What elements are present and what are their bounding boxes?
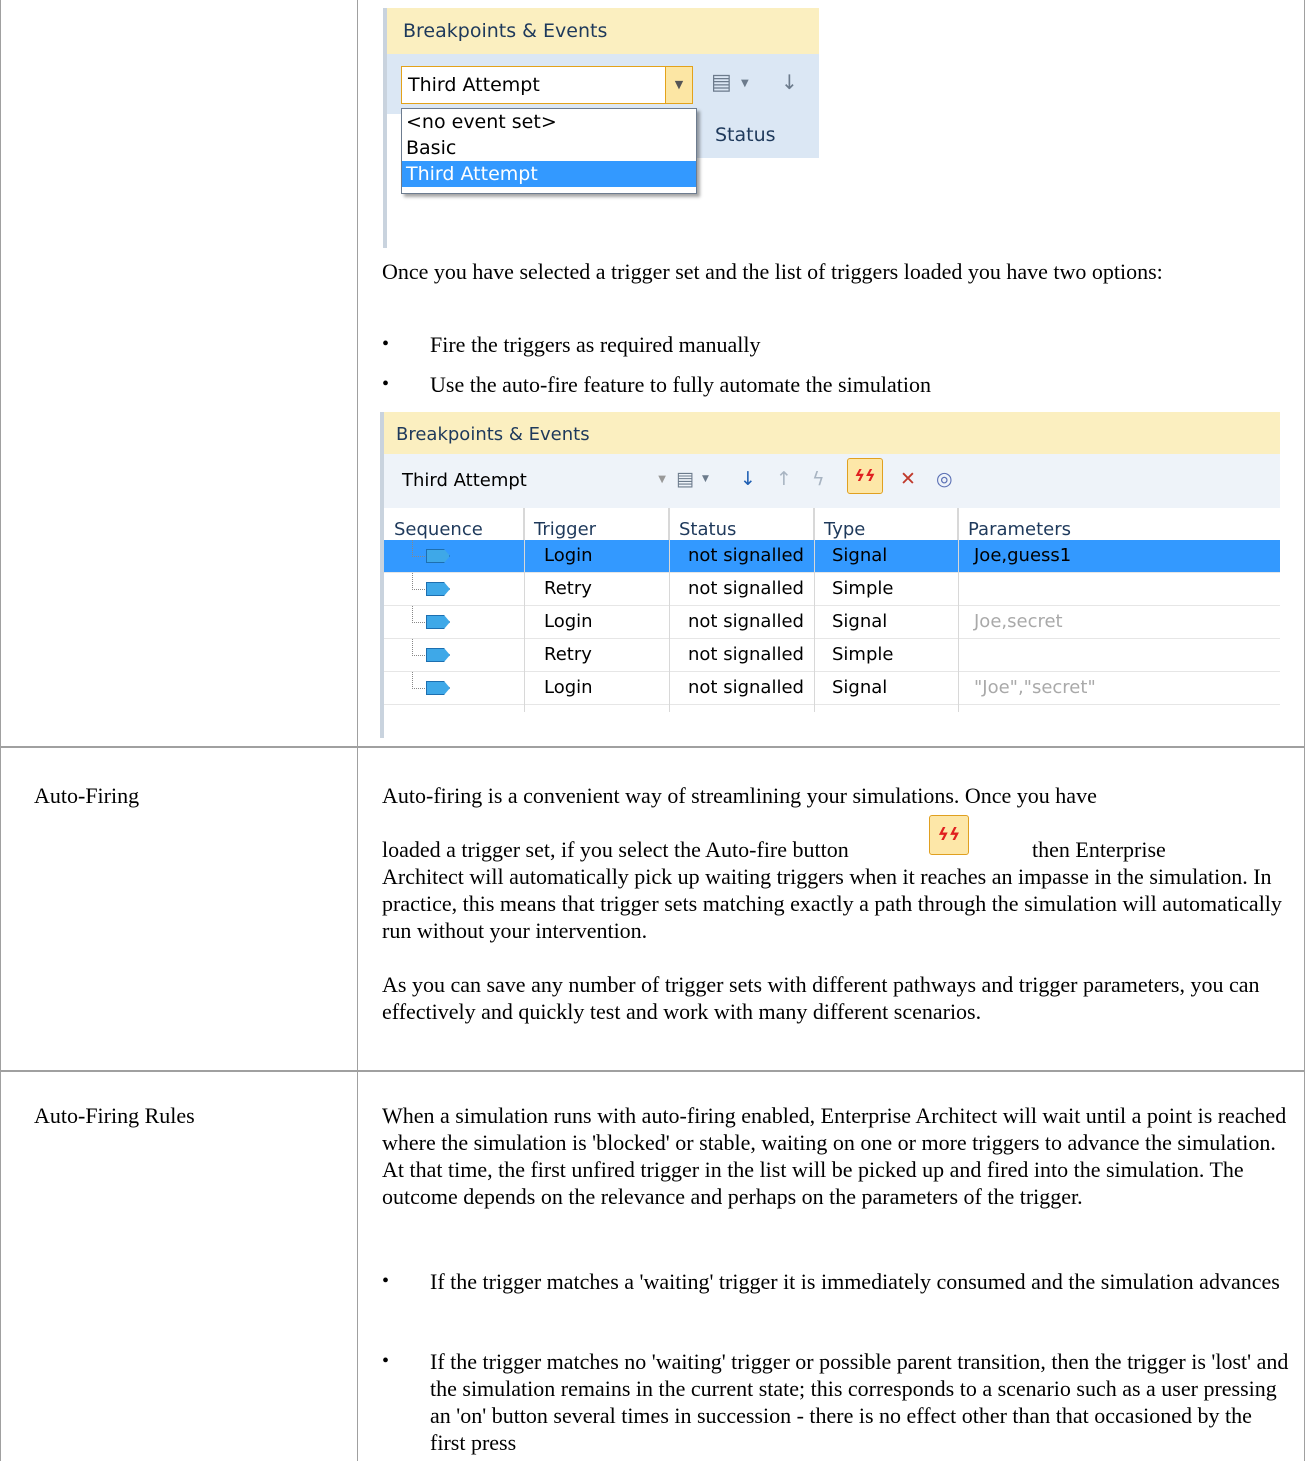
- trigger-cell: Login: [544, 545, 593, 566]
- trigger-cell: Retry: [544, 578, 592, 599]
- tree-connector: [412, 573, 427, 590]
- event-icon: [426, 549, 450, 563]
- rules-paragraph: When a simulation runs with auto-firing …: [382, 1103, 1287, 1209]
- event-icon: [426, 615, 450, 629]
- type-cell: Signal: [832, 677, 888, 698]
- row-divider-2: [0, 1070, 1305, 1072]
- table-row[interactable]: Login not signalled Signal Joe,guess1: [384, 540, 1280, 573]
- auto-firing-line2a: loaded a trigger set, if you select the …: [382, 837, 849, 862]
- chevron-down-icon[interactable]: ▼: [741, 78, 749, 89]
- auto-firing-paragraph-2: As you can save any number of trigger se…: [382, 972, 1260, 1024]
- bullet-dot: •: [382, 373, 390, 395]
- list-icon[interactable]: ▤: [676, 468, 694, 490]
- bullet-dot: •: [382, 1350, 390, 1372]
- tree-connector: [412, 606, 427, 623]
- column-divider: [524, 508, 525, 712]
- combo-value: Third Attempt: [408, 74, 540, 96]
- panel-header: Breakpoints & Events: [384, 412, 1280, 454]
- column-divider: [814, 508, 815, 712]
- column-divider: [669, 508, 670, 712]
- dropdown-option-selected[interactable]: Third Attempt: [402, 161, 696, 187]
- dropdown-option[interactable]: Basic: [402, 135, 696, 161]
- auto-fire-button[interactable]: ϟϟ: [847, 458, 883, 494]
- table-row[interactable]: Retry not signalled Simple: [384, 573, 1280, 606]
- chevron-down-icon[interactable]: ▼: [658, 474, 666, 485]
- panel-toolbar: Third Attempt ▼ ▤ ▼ ↓ ↑ ϟ ϟϟ ✕ ◎: [384, 454, 1280, 508]
- lightning-icon[interactable]: ϟ: [812, 468, 825, 490]
- status-cell: not signalled: [688, 677, 804, 698]
- table-column-divider: [357, 0, 358, 1461]
- status-cell: not signalled: [688, 611, 804, 632]
- help-icon[interactable]: ◎: [936, 468, 953, 490]
- parameters-cell: Joe,secret: [974, 611, 1063, 632]
- event-set-combo[interactable]: Third Attempt ▼: [398, 462, 666, 500]
- event-set-dropdown-list: <no event set> Basic Third Attempt: [401, 108, 697, 194]
- chevron-down-icon[interactable]: ▼: [702, 474, 709, 484]
- type-cell: Signal: [832, 545, 888, 566]
- event-icon: [426, 681, 450, 695]
- status-column-header: Status: [693, 114, 819, 158]
- type-cell: Signal: [832, 611, 888, 632]
- parameters-cell: Joe,guess1: [974, 545, 1072, 566]
- column-divider: [958, 508, 959, 712]
- trigger-list-screenshot: Breakpoints & Events Third Attempt ▼ ▤ ▼…: [380, 412, 1280, 738]
- combo-value: Third Attempt: [402, 470, 527, 491]
- status-cell: not signalled: [688, 545, 804, 566]
- intro-bullet: Use the auto-fire feature to fully autom…: [430, 372, 931, 397]
- event-icon: [426, 582, 450, 596]
- table-left-border: [0, 0, 1, 1461]
- list-icon[interactable]: ▤: [711, 70, 732, 95]
- close-icon[interactable]: ✕: [900, 468, 916, 490]
- status-cell: not signalled: [688, 644, 804, 665]
- trigger-cell: Retry: [544, 644, 592, 665]
- rules-bullet: If the trigger matches no 'waiting' trig…: [430, 1349, 1289, 1455]
- tree-connector: [412, 639, 427, 656]
- table-row[interactable]: Login not signalled Signal Joe,secret: [384, 606, 1280, 639]
- auto-fire-button-icon: ϟϟ: [929, 815, 969, 855]
- row-label-auto-firing-rules: Auto-Firing Rules: [34, 1103, 195, 1128]
- type-cell: Simple: [832, 644, 894, 665]
- arrow-down-icon[interactable]: ↓: [781, 70, 798, 94]
- tree-connector: [412, 540, 427, 557]
- tree-connector: [412, 672, 427, 689]
- row-label-auto-firing: Auto-Firing: [34, 783, 140, 808]
- type-cell: Simple: [832, 578, 894, 599]
- table-row[interactable]: Login not signalled Signal "Joe","secret…: [384, 672, 1280, 705]
- auto-firing-line1: Auto-firing is a convenient way of strea…: [382, 783, 1097, 808]
- bullet-dot: •: [382, 1270, 390, 1292]
- auto-firing-paragraph-rest: Architect will automatically pick up wai…: [382, 864, 1282, 943]
- rules-bullet: If the trigger matches a 'waiting' trigg…: [430, 1269, 1280, 1294]
- panel-header: Breakpoints & Events: [387, 8, 819, 54]
- row-divider-1: [0, 746, 1305, 748]
- parameters-cell: "Joe","secret": [974, 677, 1096, 698]
- trigger-cell: Login: [544, 677, 593, 698]
- arrow-down-icon[interactable]: ↓: [740, 468, 756, 490]
- event-set-dropdown-screenshot: Breakpoints & Events Status Third Attemp…: [383, 8, 819, 248]
- auto-firing-line2b: then Enterprise: [1032, 837, 1166, 862]
- event-set-combo[interactable]: Third Attempt ▼: [401, 66, 693, 104]
- bullet-dot: •: [382, 333, 390, 355]
- dropdown-option[interactable]: <no event set>: [402, 109, 696, 135]
- trigger-cell: Login: [544, 611, 593, 632]
- intro-bullet: Fire the triggers as required manually: [430, 332, 761, 357]
- event-icon: [426, 648, 450, 662]
- intro-paragraph: Once you have selected a trigger set and…: [382, 259, 1163, 284]
- table-row[interactable]: Retry not signalled Simple: [384, 639, 1280, 672]
- arrow-up-icon[interactable]: ↑: [776, 468, 792, 490]
- chevron-down-icon[interactable]: ▼: [665, 67, 692, 103]
- status-cell: not signalled: [688, 578, 804, 599]
